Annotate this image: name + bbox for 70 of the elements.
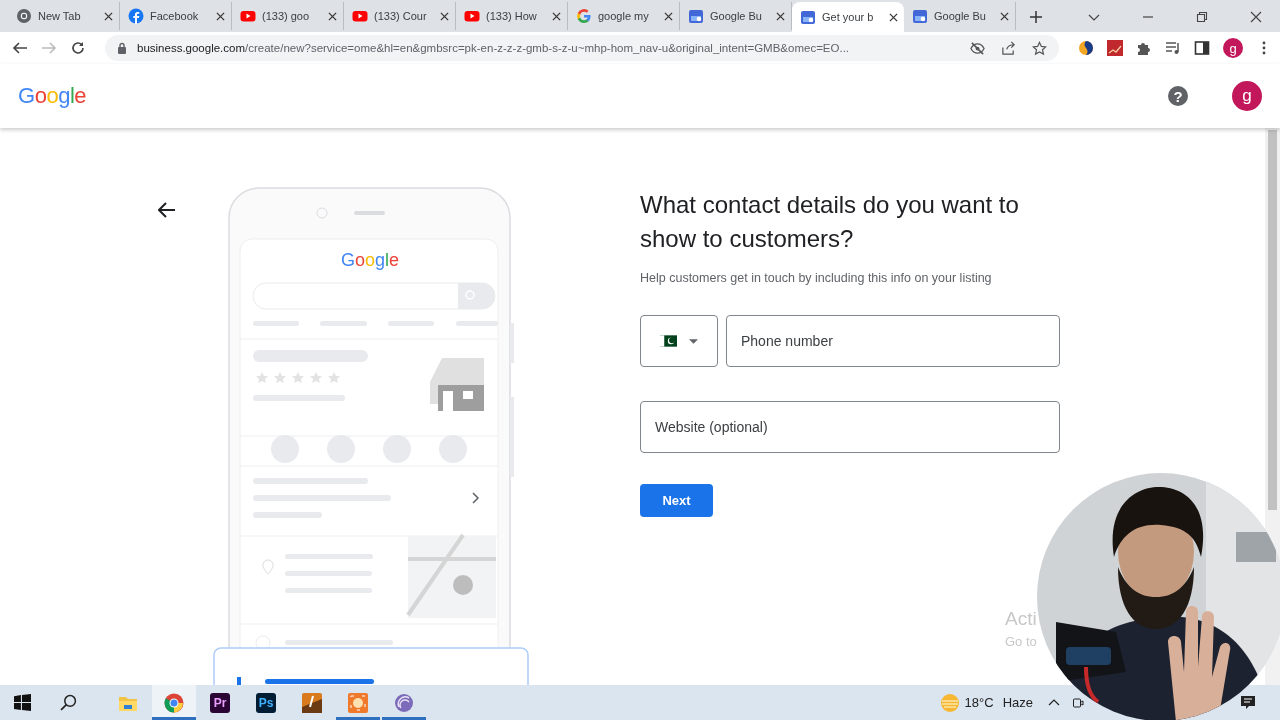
- close-icon[interactable]: [1000, 11, 1009, 21]
- browser-tab[interactable]: Facebook: [120, 2, 232, 30]
- close-icon[interactable]: [328, 11, 337, 21]
- restore-icon[interactable]: [1196, 11, 1208, 23]
- youtube-icon: [240, 8, 256, 24]
- chrome-icon: [164, 692, 184, 713]
- close-icon[interactable]: [889, 12, 898, 22]
- browser-tab[interactable]: (133) Cour: [344, 2, 456, 30]
- phone-number-field[interactable]: Phone number: [726, 315, 1060, 367]
- weather-condition[interactable]: Haze: [1002, 695, 1033, 710]
- browser-tab[interactable]: Google Bu: [680, 2, 792, 30]
- star-icon[interactable]: [1032, 40, 1047, 56]
- storefront-icon: [912, 8, 928, 24]
- url-text: business.google.com/create/new?service=ome&hl=en&gmbsrc=pk-en-z-z-z-gmb-s-z-u~mhp-hom_nav-u&original_intent=GMB&omec=EO...: [137, 42, 851, 54]
- lock-icon: [117, 42, 127, 54]
- side-panel-icon[interactable]: [1194, 40, 1210, 56]
- taskbar-app[interactable]: Pr: [198, 685, 242, 720]
- close-icon[interactable]: [1250, 11, 1262, 23]
- profile-avatar[interactable]: g: [1223, 38, 1243, 58]
- caret-icon: [689, 338, 698, 344]
- form-subtitle: Help customers get in touch by including this info on your listing: [640, 271, 993, 285]
- browser-tab[interactable]: google my: [568, 2, 680, 30]
- close-icon[interactable]: [552, 11, 561, 21]
- website-field[interactable]: Website (optional): [640, 401, 1060, 453]
- browser-tab[interactable]: Get your b: [792, 2, 904, 32]
- close-icon[interactable]: [664, 11, 673, 21]
- youtube-icon: [464, 8, 480, 24]
- share-icon[interactable]: [1001, 40, 1016, 56]
- browser-tab[interactable]: (133) goo: [232, 2, 344, 30]
- windows-start-icon[interactable]: [14, 694, 31, 711]
- close-icon[interactable]: [440, 11, 449, 21]
- youtube-icon: [352, 8, 368, 24]
- country-select[interactable]: [640, 315, 718, 367]
- storefront-icon: [688, 8, 704, 24]
- back-arrow-icon[interactable]: [158, 201, 176, 219]
- storefront-icon: [800, 9, 816, 25]
- torrent-icon: [394, 692, 414, 713]
- recorder-icon: [348, 692, 368, 713]
- google-icon: [576, 8, 592, 24]
- media-list-icon[interactable]: [1165, 40, 1181, 56]
- temperature-text[interactable]: 18°C: [964, 695, 994, 710]
- search-icon[interactable]: [60, 694, 77, 711]
- page-app-icon: [302, 692, 322, 713]
- help-icon[interactable]: ?: [1168, 86, 1188, 106]
- chrome-icon: [16, 8, 32, 24]
- notification-icon[interactable]: [1240, 694, 1256, 711]
- camera-icon[interactable]: [1072, 696, 1084, 709]
- extension-icon[interactable]: [1078, 40, 1094, 56]
- close-icon[interactable]: [216, 11, 225, 21]
- close-icon[interactable]: [776, 11, 785, 21]
- facebook-icon: [128, 8, 144, 24]
- next-button[interactable]: Next: [640, 484, 713, 517]
- reload-icon[interactable]: [70, 40, 86, 56]
- taskbar-app[interactable]: [152, 685, 196, 720]
- flag-icon: [660, 335, 677, 347]
- new-tab-icon[interactable]: [1030, 11, 1042, 23]
- address-bar[interactable]: business.google.com/create/new?service=ome&hl=en&gmbsrc=pk-en-z-z-z-gmb-s-z-u~mhp-hom_nav-u&original_intent=GMB&omec=EO...: [105, 35, 1059, 61]
- eye-off-icon[interactable]: [970, 40, 985, 56]
- puzzle-icon[interactable]: [1136, 40, 1152, 56]
- account-avatar[interactable]: g: [1232, 81, 1262, 111]
- chart-extension-icon[interactable]: [1107, 40, 1123, 56]
- form-heading: What contact details do you want to show to customers?: [640, 190, 1020, 254]
- phone-google-logo: Google: [340, 250, 400, 270]
- browser-tab[interactable]: New Tab: [8, 2, 120, 30]
- google-logo[interactable]: Google: [18, 83, 86, 109]
- taskbar-app[interactable]: Ps: [244, 685, 288, 720]
- browser-tab[interactable]: Google Bu: [904, 2, 1016, 30]
- back-icon[interactable]: [12, 40, 28, 56]
- browser-tab[interactable]: (133) How: [456, 2, 568, 30]
- close-icon[interactable]: [104, 11, 113, 21]
